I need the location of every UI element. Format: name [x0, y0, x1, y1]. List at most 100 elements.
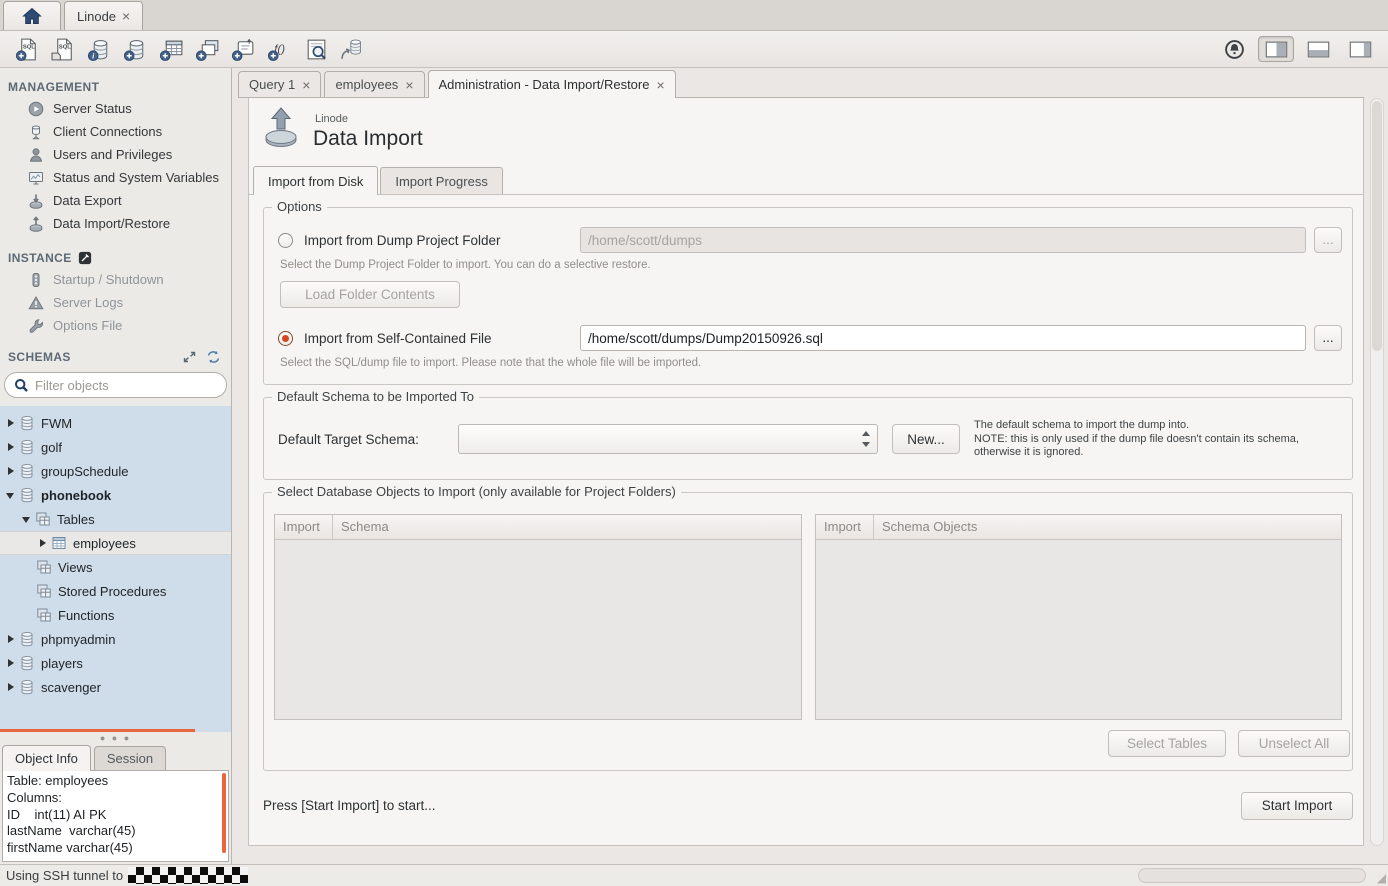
import-file-radio[interactable]: [278, 331, 293, 346]
instance-section-title: INSTANCE: [8, 251, 231, 265]
default-schema-note: The default schema to import the dump in…: [974, 419, 1299, 460]
tree-item-functions[interactable]: Functions: [0, 603, 231, 627]
page-scrollbar[interactable]: [1370, 98, 1384, 846]
schema-icon: [19, 415, 35, 431]
close-icon[interactable]: ×: [405, 78, 413, 92]
sidebar-item-startup-shutdown[interactable]: Startup / Shutdown: [0, 268, 231, 291]
schema-table-body[interactable]: [275, 540, 801, 719]
sidebar-item-options-file[interactable]: Options File: [0, 314, 231, 337]
sidebar-item-data-export[interactable]: Data Export: [0, 189, 231, 212]
column-header-schema-objects[interactable]: Schema Objects: [874, 519, 977, 534]
select-tables-button[interactable]: Select Tables: [1108, 730, 1226, 757]
expand-arrow-icon[interactable]: [38, 538, 48, 548]
sidebar-item-users-privileges[interactable]: Users and Privileges: [0, 143, 231, 166]
import-status-text: Press [Start Import] to start...: [263, 798, 436, 813]
horizontal-scrollbar[interactable]: [0, 729, 195, 732]
notification-button[interactable]: [1216, 34, 1252, 64]
expand-schemas-icon[interactable]: [182, 350, 197, 364]
new-query-tab-button[interactable]: SQL: [10, 34, 46, 64]
target-schema-label: Default Target Schema:: [278, 432, 458, 447]
tree-item-stored-procedures[interactable]: Stored Procedures: [0, 579, 231, 603]
tree-item-fwm[interactable]: FWM: [0, 411, 231, 435]
tree-item-phonebook[interactable]: phonebook: [0, 483, 231, 507]
inspect-database-button[interactable]: i: [82, 34, 118, 64]
scrollbar-thumb[interactable]: [1372, 101, 1382, 351]
close-icon[interactable]: ×: [122, 9, 130, 23]
load-folder-contents-button[interactable]: Load Folder Contents: [280, 281, 460, 308]
column-header-import[interactable]: Import: [275, 515, 333, 539]
unselect-all-button[interactable]: Unselect All: [1238, 730, 1350, 757]
toggle-bottom-panel-button[interactable]: [1300, 36, 1336, 62]
close-icon[interactable]: ×: [656, 78, 664, 92]
open-sql-script-button[interactable]: SQL: [46, 34, 82, 64]
create-table-button[interactable]: [154, 34, 190, 64]
resize-grip[interactable]: ◢: [1377, 872, 1386, 884]
browse-folder-button[interactable]: ...: [1314, 227, 1342, 253]
table-add-icon: [159, 37, 186, 62]
column-header-schema[interactable]: Schema: [333, 519, 389, 534]
collapse-arrow-icon[interactable]: [22, 514, 32, 524]
tree-item-employees[interactable]: employees: [0, 531, 231, 555]
tab-object-info[interactable]: Object Info: [2, 745, 91, 771]
expand-arrow-icon[interactable]: [6, 466, 16, 476]
expand-arrow-icon[interactable]: [6, 418, 16, 428]
database-reconnect-icon: [339, 37, 366, 62]
sidebar-item-server-status[interactable]: Server Status: [0, 97, 231, 120]
default-schema-legend: Default Schema to be Imported To: [272, 389, 479, 404]
expand-arrow-icon[interactable]: [6, 442, 16, 452]
reconnect-database-button[interactable]: [334, 34, 370, 64]
create-view-button[interactable]: [190, 34, 226, 64]
tab-administration-data-import[interactable]: Administration - Data Import/Restore ×: [428, 70, 676, 98]
tab-import-from-disk[interactable]: Import from Disk: [253, 166, 378, 195]
tree-item-views[interactable]: Views: [0, 555, 231, 579]
connection-tab[interactable]: Linode ×: [64, 1, 143, 30]
tab-session[interactable]: Session: [94, 746, 166, 770]
client-connections-icon: [28, 124, 44, 140]
tree-item-phpmyadmin[interactable]: phpmyadmin: [0, 627, 231, 651]
tab-import-progress[interactable]: Import Progress: [380, 167, 502, 194]
create-schema-button[interactable]: [118, 34, 154, 64]
home-icon: [21, 6, 43, 26]
sidebar-item-server-logs[interactable]: Server Logs: [0, 291, 231, 314]
search-table-data-button[interactable]: [298, 34, 334, 64]
toggle-left-sidebar-button[interactable]: [1258, 36, 1294, 62]
create-function-button[interactable]: f(): [262, 34, 298, 64]
tree-item-scavenger[interactable]: scavenger: [0, 675, 231, 699]
dump-file-input[interactable]: [580, 325, 1306, 351]
import-subtab-bar: Import from Disk Import Progress: [249, 164, 1363, 194]
tree-item-groupschedule[interactable]: groupSchedule: [0, 459, 231, 483]
panel-splitter-handle[interactable]: ● ● ●: [0, 732, 231, 744]
column-header-import[interactable]: Import: [816, 515, 874, 539]
tree-item-tables[interactable]: Tables: [0, 507, 231, 531]
toggle-right-sidebar-button[interactable]: [1342, 36, 1378, 62]
sidebar-item-client-connections[interactable]: Client Connections: [0, 120, 231, 143]
sidebar-item-status-variables[interactable]: Status and System Variables: [0, 166, 231, 189]
vertical-scrollbar[interactable]: [222, 773, 226, 853]
home-tab[interactable]: [3, 1, 61, 30]
new-schema-button[interactable]: New...: [892, 424, 960, 454]
target-schema-select[interactable]: [458, 424, 878, 454]
expand-arrow-icon[interactable]: [6, 634, 16, 644]
tab-employees[interactable]: employees ×: [324, 71, 424, 97]
start-import-button[interactable]: Start Import: [1241, 792, 1353, 820]
object-info-line: ID int(11) AI PK: [7, 807, 216, 824]
close-icon[interactable]: ×: [302, 78, 310, 92]
create-procedure-button[interactable]: [226, 34, 262, 64]
import-folder-radio[interactable]: [278, 233, 293, 248]
schema-objects-table-body[interactable]: [816, 540, 1341, 719]
tree-item-golf[interactable]: golf: [0, 435, 231, 459]
expand-arrow-icon[interactable]: [6, 682, 16, 692]
expand-arrow-icon[interactable]: [6, 658, 16, 668]
schema-filter-input[interactable]: [35, 378, 217, 393]
management-section-title: MANAGEMENT: [8, 80, 231, 94]
page-footer: Press [Start Import] to start... Start I…: [263, 792, 1353, 820]
combo-spinner-icon[interactable]: [862, 431, 870, 447]
sidebar-item-data-import[interactable]: Data Import/Restore: [0, 212, 231, 235]
browse-file-button[interactable]: ...: [1314, 325, 1342, 351]
refresh-schemas-icon[interactable]: [206, 350, 221, 364]
tab-query-1[interactable]: Query 1 ×: [238, 71, 321, 97]
function-add-icon: f(): [267, 37, 294, 62]
dump-folder-input[interactable]: [580, 227, 1306, 253]
collapse-arrow-icon[interactable]: [6, 490, 16, 500]
tree-item-players[interactable]: players: [0, 651, 231, 675]
